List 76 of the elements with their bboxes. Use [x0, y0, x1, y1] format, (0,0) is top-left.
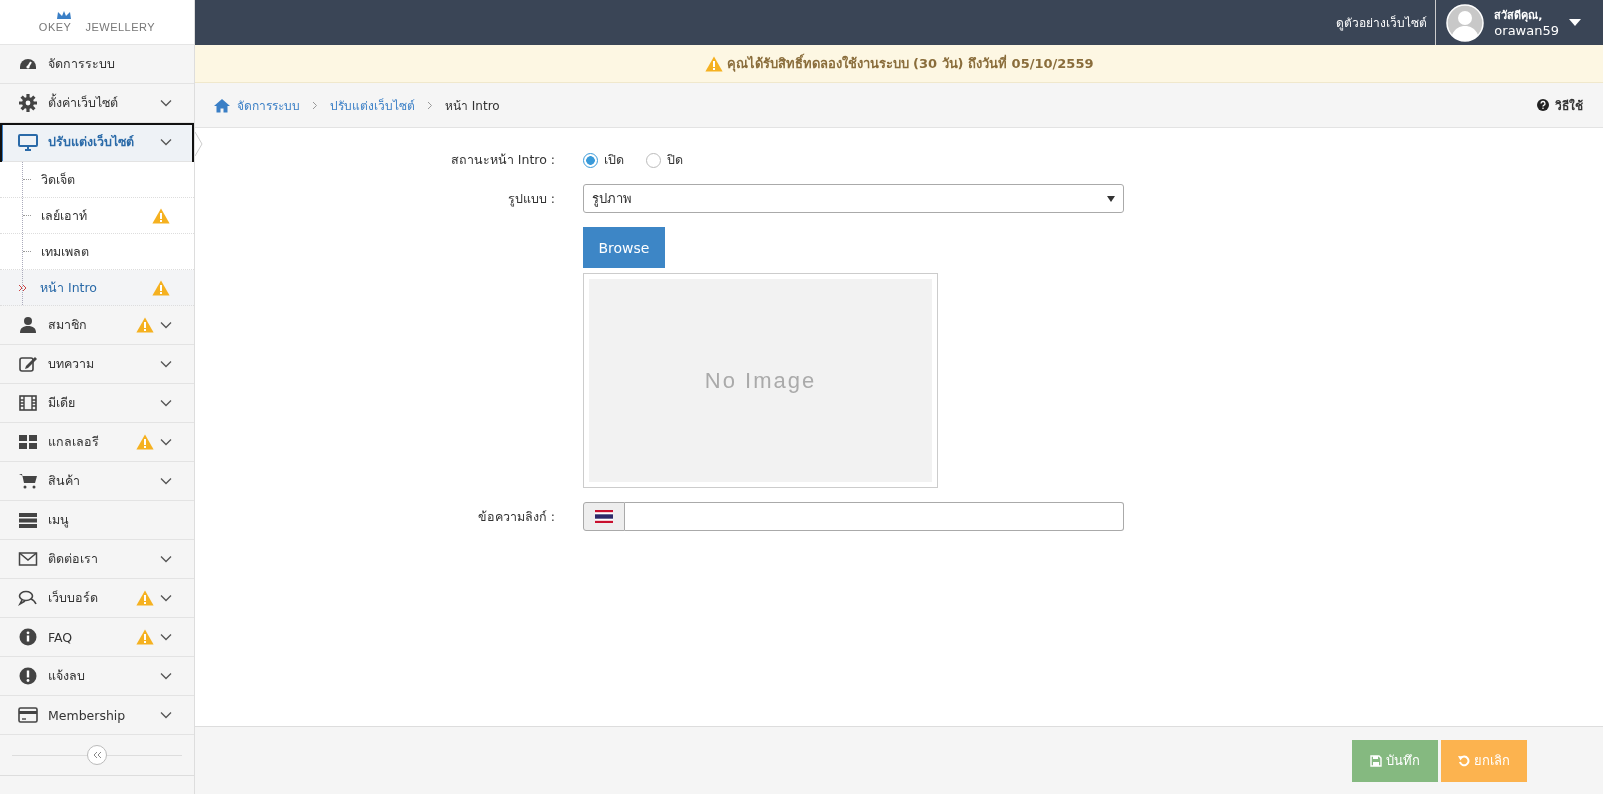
chevron-down-icon[interactable]: [160, 711, 172, 719]
language-addon[interactable]: [583, 502, 625, 531]
chevron-down-icon[interactable]: [160, 477, 172, 485]
user-icon: [18, 315, 38, 335]
sidebar-item[interactable]: เมนู: [0, 501, 194, 540]
sidebar-item[interactable]: FAQ: [0, 618, 194, 657]
envelope-icon: [18, 549, 38, 569]
sidebar-item[interactable]: ตั้งค่าเว็บไซต์: [0, 84, 194, 123]
username: orawan59: [1494, 22, 1559, 38]
breadcrumb-link[interactable]: หน้า Intro: [445, 95, 500, 115]
sidebar-item[interactable]: จัดการระบบ: [0, 45, 194, 84]
greeting-text: สวัสดีคุณ,: [1494, 7, 1544, 23]
sidebar-item[interactable]: บทความ: [0, 345, 194, 384]
logo-text: OKEY: [38, 21, 72, 33]
double-chevron-left-icon: [92, 751, 102, 759]
no-image-text: No Image: [704, 367, 817, 394]
sidebar-item[interactable]: สินค้า: [0, 462, 194, 501]
trial-notice: คุณได้รับสิทธิ์ทดลองใช้งานระบบ (30 วัน) ถึงวันที่ 05/10/2559: [726, 53, 1094, 74]
avatar-icon[interactable]: [1446, 3, 1485, 42]
chevron-down-icon[interactable]: [160, 360, 172, 368]
logo-text: JEWELLERY: [85, 21, 156, 33]
radio-option[interactable]: ปิด: [646, 150, 683, 170]
cart-icon: [18, 471, 38, 491]
radio-option[interactable]: เปิด: [583, 150, 624, 170]
breadcrumb-link[interactable]: ปรับแต่งเว็บไซต์: [330, 95, 415, 115]
dropdown-arrow-icon: [1107, 195, 1115, 202]
comments-icon: [18, 588, 38, 608]
chevron-right-icon: [427, 100, 433, 110]
card-icon: [18, 705, 38, 725]
chevron-right-icon: [312, 100, 318, 110]
exclamation-icon: [18, 666, 38, 686]
home-icon[interactable]: [213, 97, 231, 113]
sidebar-item[interactable]: สมาชิก: [0, 306, 194, 345]
grid-icon: [18, 432, 38, 452]
chevron-down-icon[interactable]: [160, 438, 172, 446]
caret-icon[interactable]: [1569, 19, 1581, 26]
double-chevron-icon: [18, 283, 27, 292]
sidebar-item[interactable]: แจ้งลบ: [0, 657, 194, 696]
chevron-down-icon[interactable]: [160, 99, 172, 107]
submenu-item[interactable]: หน้า Intro: [0, 270, 194, 306]
sidebar-item[interactable]: มีเดีย: [0, 384, 194, 423]
breadcrumb-link[interactable]: จัดการระบบ: [237, 95, 300, 115]
edit-icon: [18, 354, 38, 374]
warning-icon: [704, 55, 723, 72]
sidebar-item[interactable]: ติดต่อเรา: [0, 540, 194, 579]
chevron-down-icon[interactable]: [160, 594, 172, 602]
chevron-down-icon[interactable]: [160, 672, 172, 680]
field-label: รูปแบบ :: [506, 189, 556, 209]
monitor-icon: [18, 132, 38, 152]
submenu-item[interactable]: เลย์เอาท์: [0, 198, 194, 234]
settings-icon: [18, 93, 38, 113]
film-icon: [18, 393, 38, 413]
collapse-button[interactable]: [87, 745, 107, 765]
list-icon: [18, 510, 38, 530]
sidebar-item[interactable]: ปรับแต่งเว็บไซต์: [0, 123, 194, 162]
preview-site-link[interactable]: ดูตัวอย่างเว็บไซต์: [1328, 13, 1436, 32]
chevron-down-icon[interactable]: [160, 555, 172, 563]
link-text-field[interactable]: [625, 502, 1124, 531]
undo-icon: [1458, 754, 1470, 767]
help-link[interactable]: วิธีใช้: [1555, 95, 1583, 115]
field-label: ข้อความลิงก์ :: [476, 507, 556, 526]
chevron-down-icon[interactable]: [160, 633, 172, 641]
submenu-item[interactable]: เทมเพลต: [0, 234, 194, 270]
field-label: สถานะหน้า Intro :: [449, 151, 556, 169]
chevron-down-icon[interactable]: [160, 399, 172, 407]
submenu-item[interactable]: วิดเจ็ต: [0, 162, 194, 198]
help-icon[interactable]: [1537, 99, 1549, 111]
browse-button[interactable]: Browse: [583, 227, 665, 268]
info-icon: [18, 627, 38, 647]
style-dropdown[interactable]: รูปภาพ: [583, 184, 1124, 213]
chevron-down-icon[interactable]: [160, 321, 172, 329]
chevron-down-icon[interactable]: [160, 138, 172, 146]
crown-icon: [56, 10, 72, 20]
sidebar-item[interactable]: แกลเลอรี: [0, 423, 194, 462]
sidebar-item[interactable]: เว็บบอร์ด: [0, 579, 194, 618]
flag-icon: [595, 510, 613, 523]
